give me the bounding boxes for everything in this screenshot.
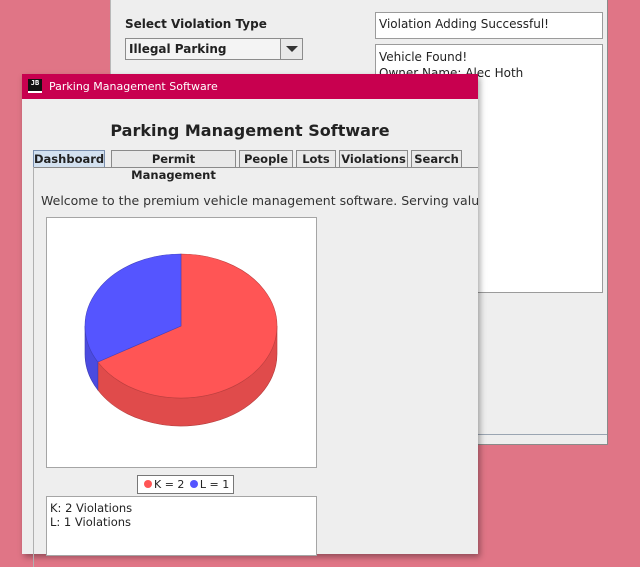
status-field: Violation Adding Successful! <box>375 12 603 39</box>
legend-label-l: L = 1 <box>199 478 230 491</box>
window-title: Parking Management Software <box>49 80 218 93</box>
violations-pie-chart <box>46 217 317 468</box>
chevron-down-icon[interactable] <box>280 39 302 59</box>
legend-dot-k <box>144 480 152 488</box>
tab-search[interactable]: Search <box>411 150 462 167</box>
legend-dot-l <box>189 480 198 488</box>
tab-dashboard[interactable]: Dashboard <box>33 150 105 168</box>
summary-line: K: 2 Violations <box>50 501 133 515</box>
legend-label-k: K = 2 <box>154 478 185 491</box>
pie-chart-svg <box>84 253 278 427</box>
tab-lots[interactable]: Lots <box>296 150 336 167</box>
title-bar[interactable]: JB Parking Management Software <box>22 74 478 99</box>
welcome-text: Welcome to the premium vehicle managemen… <box>41 193 478 208</box>
page-title: Parking Management Software <box>110 121 390 140</box>
app-logo-icon: JB <box>28 79 42 93</box>
tab-people[interactable]: People <box>239 150 293 167</box>
tab-permit-management[interactable]: Permit Management <box>111 150 236 182</box>
violation-type-label: Select Violation Type <box>125 17 267 31</box>
violation-summary-area[interactable]: K: 2 Violations L: 1 Violations <box>46 496 317 556</box>
summary-line: L: 1 Violations <box>50 515 132 529</box>
chart-legend: K = 2 L = 1 <box>137 475 235 494</box>
tab-violations[interactable]: Violations <box>339 150 408 167</box>
violation-type-value: Illegal Parking <box>129 42 227 56</box>
violation-type-dropdown[interactable]: Illegal Parking <box>125 38 303 60</box>
output-line: Vehicle Found! <box>379 50 468 64</box>
main-window: JB Parking Management Software Parking M… <box>22 74 478 567</box>
